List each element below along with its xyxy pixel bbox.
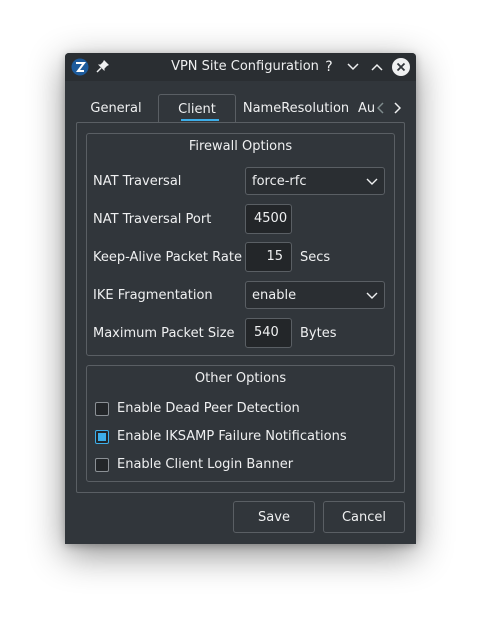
- help-button[interactable]: ?: [320, 58, 338, 76]
- keep-alive-label: Keep-Alive Packet Rate: [93, 250, 242, 265]
- max-packet-size-unit: Bytes: [300, 326, 337, 341]
- dialog-window: VPN Site Configuration ? General Client …: [65, 53, 416, 544]
- cancel-button[interactable]: Cancel: [323, 501, 405, 533]
- firewall-options-group: Firewall Options NAT Traversal force-rfc…: [86, 133, 395, 356]
- tab-bar: General Client NameResolution Au: [76, 94, 411, 123]
- ike-fragmentation-select[interactable]: enable: [245, 281, 385, 309]
- tab-scroll-right-button[interactable]: [390, 100, 404, 116]
- active-tab-indicator: [181, 119, 219, 121]
- close-button[interactable]: [392, 58, 410, 76]
- chevron-right-icon: [394, 102, 401, 114]
- ike-fragmentation-label: IKE Fragmentation: [93, 288, 213, 303]
- tab-nameresolution[interactable]: NameResolution: [236, 94, 356, 122]
- app-icon[interactable]: [71, 58, 89, 76]
- chevron-down-icon: [366, 292, 378, 299]
- max-packet-size-field[interactable]: 540: [245, 318, 292, 348]
- other-options-title: Other Options: [194, 371, 287, 386]
- checkbox-label: Enable IKSAMP Failure Notifications: [117, 429, 347, 444]
- checkbox-box[interactable]: [95, 402, 109, 416]
- ike-fragmentation-value: enable: [252, 288, 297, 303]
- nat-traversal-port-label: NAT Traversal Port: [93, 212, 212, 227]
- firewall-options-title: Firewall Options: [188, 139, 293, 154]
- checkbox-label: Enable Client Login Banner: [117, 457, 294, 472]
- keep-alive-unit: Secs: [300, 250, 331, 265]
- window-title: VPN Site Configuration: [171, 59, 319, 74]
- tab-scroll-left-button[interactable]: [374, 100, 388, 116]
- maximize-button[interactable]: [368, 58, 386, 76]
- checkbox-box[interactable]: [95, 458, 109, 472]
- close-icon: [396, 62, 406, 72]
- chevron-down-icon: [366, 178, 378, 185]
- minimize-button[interactable]: [344, 58, 362, 76]
- nat-traversal-port-field[interactable]: 4500: [245, 204, 292, 234]
- chevron-left-icon: [377, 102, 384, 114]
- chevron-down-icon: [347, 63, 359, 71]
- chevron-up-icon: [371, 63, 383, 71]
- keep-alive-field[interactable]: 15: [245, 242, 292, 272]
- nat-traversal-value: force-rfc: [252, 174, 307, 189]
- checkbox-box-checked[interactable]: [95, 430, 109, 444]
- nat-traversal-label: NAT Traversal: [93, 174, 182, 189]
- other-options-group: Other Options Enable Dead Peer Detection…: [86, 365, 395, 482]
- titlebar[interactable]: VPN Site Configuration ?: [65, 53, 416, 81]
- client-tab-panel: Firewall Options NAT Traversal force-rfc…: [76, 122, 405, 493]
- help-icon: ?: [325, 59, 333, 75]
- tab-general[interactable]: General: [76, 94, 156, 122]
- save-button[interactable]: Save: [233, 501, 315, 533]
- nat-traversal-select[interactable]: force-rfc: [245, 167, 385, 195]
- checkbox-label: Enable Dead Peer Detection: [117, 401, 300, 416]
- pin-icon[interactable]: [96, 59, 110, 73]
- max-packet-size-label: Maximum Packet Size: [93, 326, 235, 341]
